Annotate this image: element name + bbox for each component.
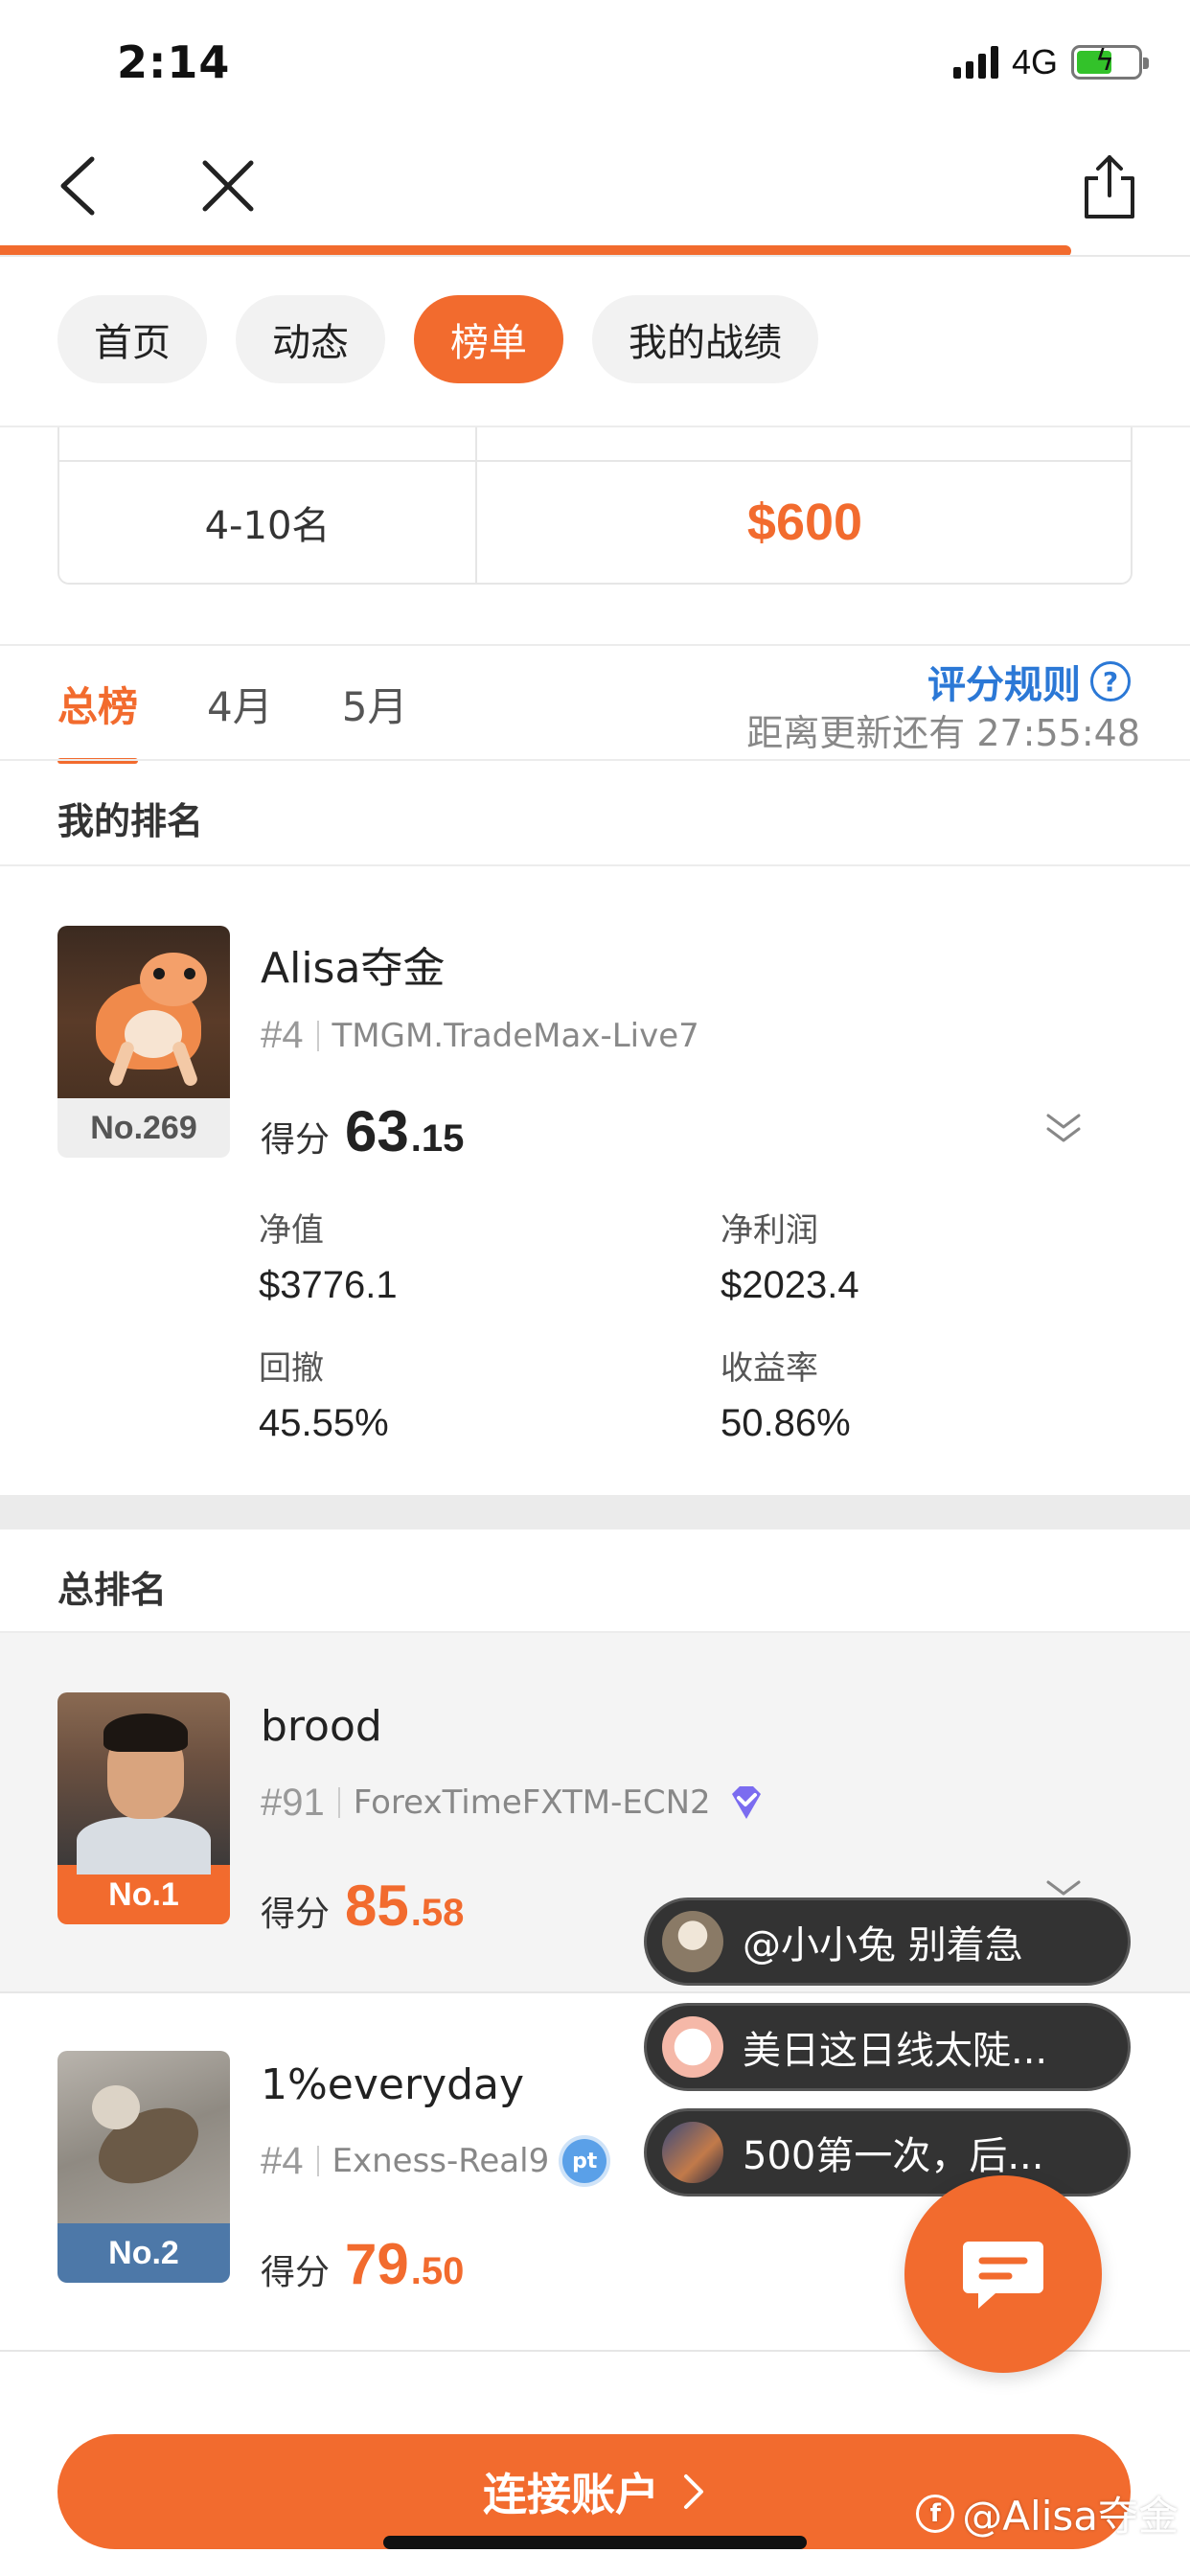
watermark-logo-icon: f bbox=[916, 2494, 955, 2533]
watermark-text: @Alisa夺金 bbox=[962, 2493, 1179, 2540]
metric-value: 50.86% bbox=[721, 1402, 851, 1444]
rank-tag: No.2 bbox=[57, 2223, 230, 2283]
scoring-rules-label: 评分规则 bbox=[927, 663, 1081, 707]
score-integer: 79 bbox=[345, 2232, 409, 2296]
prize-amount: $600 bbox=[746, 494, 863, 551]
chat-bubble[interactable]: 美日这日线太陡... bbox=[644, 2003, 1131, 2091]
score-decimal: .50 bbox=[410, 2250, 465, 2292]
avatar-image bbox=[57, 926, 230, 1098]
status-indicators: 4G ϟ bbox=[952, 42, 1149, 82]
chat-message: 美日这日线太陡... bbox=[743, 2029, 1048, 2073]
metric-label: 净利润 bbox=[721, 1211, 818, 1250]
metric-return-rate: 收益率 50.86% bbox=[721, 1342, 851, 1445]
my-avatar[interactable]: No.269 bbox=[57, 926, 230, 1158]
score-label: 得分 bbox=[261, 2253, 331, 2292]
avatar-image bbox=[57, 2051, 230, 2223]
my-username: Alisa夺金 bbox=[261, 944, 446, 993]
server-name: ForexTimeFXTM-ECN2 bbox=[353, 1783, 711, 1822]
chat-avatar bbox=[662, 2122, 723, 2183]
tab-april[interactable]: 4月 bbox=[207, 675, 273, 764]
leader-account-info: #4 Exness-Real9 pt bbox=[261, 2139, 607, 2183]
pill-leaderboard[interactable]: 榜单 bbox=[414, 295, 563, 383]
scoring-rules-link[interactable]: 评分规则 ? bbox=[927, 654, 1131, 709]
total-ranking-title: 总排名 bbox=[57, 1569, 168, 1611]
score-integer: 85 bbox=[345, 1874, 409, 1938]
chat-bubble[interactable]: 500第一次，后... bbox=[644, 2108, 1131, 2196]
period-tabs: 总榜 4月 5月 bbox=[57, 675, 407, 764]
leader-account-info: #91 ForexTimeFXTM-ECN2 bbox=[261, 1781, 768, 1825]
tab-may[interactable]: 5月 bbox=[342, 675, 408, 764]
tab-overall[interactable]: 总榜 bbox=[57, 675, 139, 764]
leader-username: 1%everyday bbox=[261, 2060, 525, 2109]
connect-account-label: 连接账户 bbox=[483, 2469, 659, 2520]
status-time: 2:14 bbox=[117, 36, 231, 88]
my-account-info: #4 TMGM.TradeMax-Live7 bbox=[261, 1014, 699, 1057]
my-server: TMGM.TradeMax-Live7 bbox=[332, 1016, 699, 1055]
prize-table: 4-10名 $600 bbox=[57, 427, 1133, 585]
chat-bubble[interactable]: @小小兔 别着急 bbox=[644, 1898, 1131, 1986]
metric-value: 45.55% bbox=[259, 1402, 389, 1444]
my-rank-tag: No.269 bbox=[57, 1098, 230, 1158]
pt-badge-icon: pt bbox=[562, 2139, 607, 2183]
leader-avatar[interactable]: No.2 bbox=[57, 2051, 230, 2283]
back-icon[interactable] bbox=[56, 155, 98, 217]
pill-home[interactable]: 首页 bbox=[57, 295, 207, 383]
score-decimal: .15 bbox=[410, 1117, 465, 1160]
chat-message: @小小兔 别着急 bbox=[743, 1923, 1023, 1967]
metric-equity: 净值 $3776.1 bbox=[259, 1204, 398, 1307]
metric-label: 净值 bbox=[259, 1211, 324, 1250]
metric-label: 收益率 bbox=[721, 1349, 818, 1388]
network-type: 4G bbox=[1011, 42, 1058, 81]
share-icon[interactable] bbox=[1083, 153, 1136, 220]
metric-drawdown: 回撤 45.55% bbox=[259, 1342, 389, 1445]
avatar-image bbox=[57, 1692, 230, 1874]
update-countdown: 距离更新还有 27:55:48 bbox=[746, 712, 1140, 754]
prize-rank-range: 4-10名 bbox=[204, 504, 331, 548]
score-decimal: .58 bbox=[410, 1892, 465, 1934]
metric-value: $2023.4 bbox=[721, 1264, 859, 1306]
section-separator bbox=[0, 1495, 1190, 1530]
pill-my-record[interactable]: 我的战绩 bbox=[592, 295, 818, 383]
nav-divider bbox=[0, 255, 1190, 257]
my-account-number: #4 bbox=[261, 1014, 304, 1056]
chat-avatar bbox=[662, 1911, 723, 1972]
watermark: f @Alisa夺金 bbox=[916, 2484, 1179, 2542]
chat-icon bbox=[963, 2242, 1043, 2309]
leader-score: 得分 79 .50 bbox=[261, 2231, 464, 2297]
score-integer: 63 bbox=[345, 1099, 409, 1163]
verified-diamond-icon bbox=[731, 1786, 761, 1819]
divider bbox=[0, 864, 1190, 866]
section-pills: 首页 动态 榜单 我的战绩 bbox=[57, 295, 818, 383]
leader-username: brood bbox=[261, 1702, 382, 1751]
divider bbox=[0, 644, 1190, 646]
signal-icon bbox=[952, 46, 998, 79]
divider bbox=[0, 759, 1190, 761]
server-name: Exness-Real9 bbox=[332, 2142, 550, 2180]
battery-icon: ϟ bbox=[1071, 44, 1149, 80]
question-circle-icon: ? bbox=[1090, 661, 1131, 702]
chat-avatar bbox=[662, 2016, 723, 2078]
chevron-right-icon bbox=[684, 2474, 703, 2509]
divider bbox=[0, 1991, 1190, 1993]
leader-score: 得分 85 .58 bbox=[261, 1873, 464, 1939]
score-label: 得分 bbox=[261, 1895, 331, 1934]
home-indicator bbox=[383, 2536, 807, 2549]
account-number: #91 bbox=[261, 1781, 325, 1824]
leader-avatar[interactable]: No.1 bbox=[57, 1692, 230, 1924]
close-icon[interactable] bbox=[199, 157, 257, 215]
pill-feed[interactable]: 动态 bbox=[236, 295, 385, 383]
metric-net-profit: 净利润 $2023.4 bbox=[721, 1204, 859, 1307]
double-chevron-down-icon[interactable] bbox=[1044, 1112, 1083, 1146]
chat-message: 500第一次，后... bbox=[743, 2134, 1044, 2178]
account-number: #4 bbox=[261, 2139, 304, 2182]
my-ranking-title: 我的排名 bbox=[57, 800, 204, 842]
score-label: 得分 bbox=[261, 1120, 331, 1160]
my-score: 得分 63 .15 bbox=[261, 1098, 464, 1164]
metric-label: 回撤 bbox=[259, 1349, 324, 1388]
metric-value: $3776.1 bbox=[259, 1264, 398, 1306]
chat-button[interactable] bbox=[904, 2175, 1102, 2373]
